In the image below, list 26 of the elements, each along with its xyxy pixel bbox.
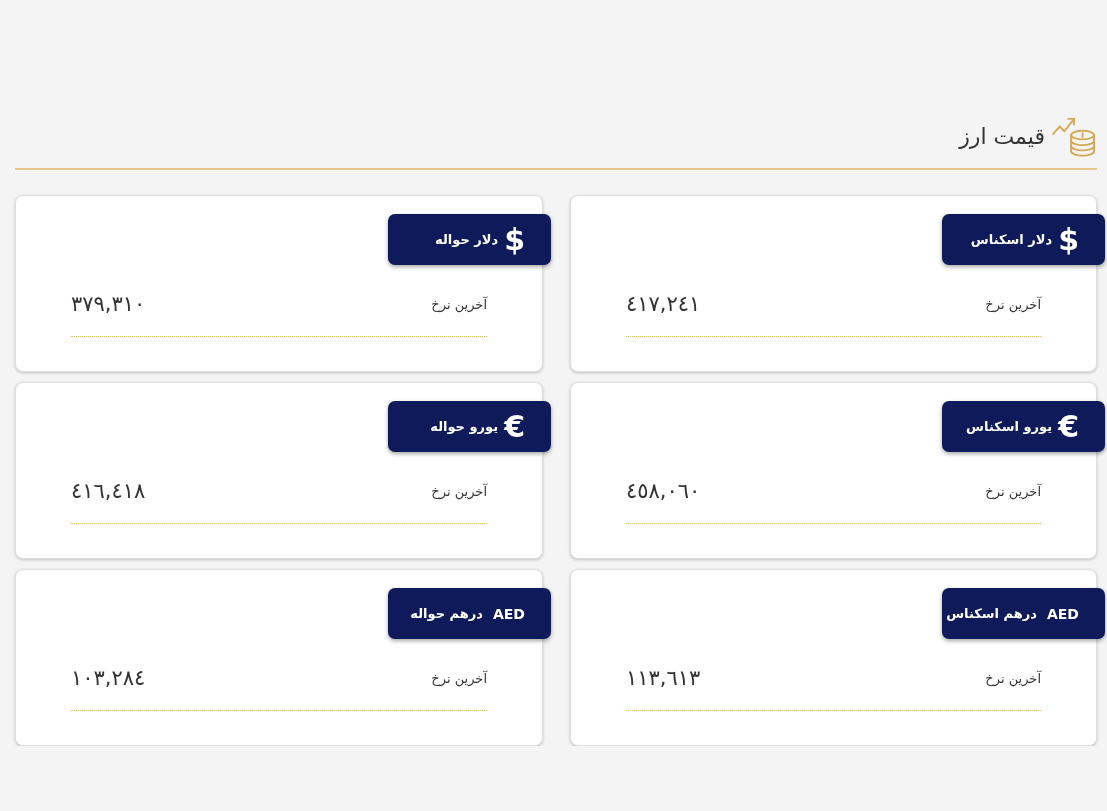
currency-name: یورو اسکناس — [966, 419, 1053, 434]
currency-name: دلار حواله — [435, 232, 499, 247]
currency-name: یورو حواله — [430, 419, 499, 434]
rate-value: ١٠٣,٢٨٤ — [71, 666, 146, 690]
rate-label: آخرین نرخ — [985, 296, 1041, 312]
currency-symbol: € — [504, 411, 525, 442]
currency-symbol: $ — [1058, 224, 1079, 255]
currency-symbol: AED — [492, 606, 525, 621]
currency-symbol: AED — [1046, 606, 1079, 621]
currency-symbol: € — [1058, 411, 1079, 442]
rate-label: آخرین نرخ — [431, 483, 487, 499]
rate-value: ٤٥٨,٠٦٠ — [626, 479, 701, 503]
rate-label: آخرین نرخ — [985, 670, 1041, 686]
rate-label: آخرین نرخ — [985, 483, 1041, 499]
rate-value: ٤١٦,٤١٨ — [71, 479, 146, 503]
currency-name: درهم اسکناس — [946, 606, 1037, 621]
rate-label: آخرین نرخ — [431, 670, 487, 686]
section-title: قیمت ارز — [959, 123, 1045, 151]
rate-value: ١١٣,٦١٣ — [626, 666, 701, 690]
coins-chart-icon — [1051, 116, 1097, 158]
currency-name: درهم حواله — [410, 606, 483, 621]
currency-symbol: $ — [504, 224, 525, 255]
rate-value: ٤١٧,٢٤١ — [626, 292, 701, 316]
rate-label: آخرین نرخ — [431, 296, 487, 312]
rate-value: ٣٧٩,٣١٠ — [71, 292, 146, 316]
currency-name: دلار اسکناس — [970, 232, 1053, 247]
